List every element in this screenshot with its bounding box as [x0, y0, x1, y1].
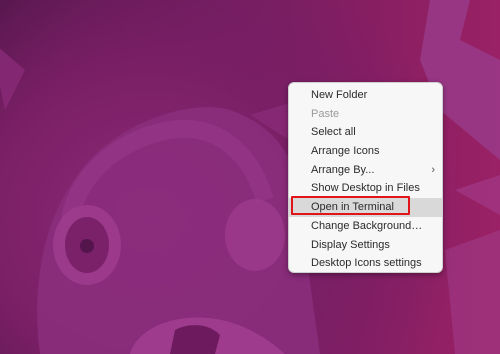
- desktop-context-menu: New Folder Paste Select all Arrange Icon…: [288, 82, 443, 273]
- menu-item-label: Desktop Icons settings: [311, 257, 422, 270]
- menu-item-show-desktop-in-files[interactable]: Show Desktop in Files: [289, 179, 442, 198]
- chevron-right-icon: ›: [431, 163, 435, 176]
- menu-item-label: Change Background…: [311, 219, 423, 232]
- menu-item-display-settings[interactable]: Display Settings: [289, 236, 442, 255]
- menu-item-label: Arrange By...: [311, 163, 375, 176]
- menu-item-open-in-terminal[interactable]: Open in Terminal: [289, 198, 442, 217]
- menu-item-change-background[interactable]: Change Background…: [289, 217, 442, 236]
- menu-item-new-folder[interactable]: New Folder: [289, 86, 442, 105]
- menu-item-label: Select all: [311, 126, 356, 139]
- menu-item-label: Display Settings: [311, 238, 390, 251]
- menu-item-label: Open in Terminal: [311, 201, 394, 214]
- menu-item-select-all[interactable]: Select all: [289, 123, 442, 142]
- desktop[interactable]: New Folder Paste Select all Arrange Icon…: [0, 0, 500, 354]
- menu-item-label: Show Desktop in Files: [311, 182, 420, 195]
- menu-item-label: Paste: [311, 107, 340, 120]
- menu-item-arrange-by[interactable]: Arrange By... ›: [289, 161, 442, 180]
- menu-item-label: Arrange Icons: [311, 145, 380, 158]
- menu-item-label: New Folder: [311, 89, 368, 101]
- menu-item-paste: Paste: [289, 105, 442, 124]
- menu-item-desktop-icons-settings[interactable]: Desktop Icons settings: [289, 254, 442, 273]
- menu-item-arrange-icons[interactable]: Arrange Icons: [289, 142, 442, 161]
